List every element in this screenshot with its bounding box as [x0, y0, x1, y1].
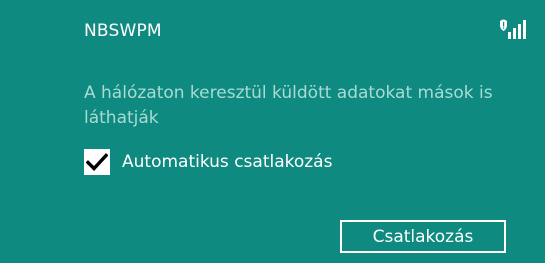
auto-connect-label: Automatikus csatlakozás [122, 152, 333, 172]
network-panel: NBSWPM A hálózaton keresztül küldött ada… [0, 0, 545, 263]
wifi-signal-warning-icon [499, 17, 529, 41]
checkmark-icon [86, 153, 108, 171]
auto-connect-option[interactable]: Automatikus csatlakozás [84, 148, 332, 176]
connect-button[interactable]: Csatlakozás [340, 220, 506, 253]
auto-connect-checkbox[interactable] [84, 149, 110, 175]
security-warning-text: A hálózaton keresztül küldött adatokat m… [84, 83, 493, 128]
network-name: NBSWPM [84, 21, 162, 41]
